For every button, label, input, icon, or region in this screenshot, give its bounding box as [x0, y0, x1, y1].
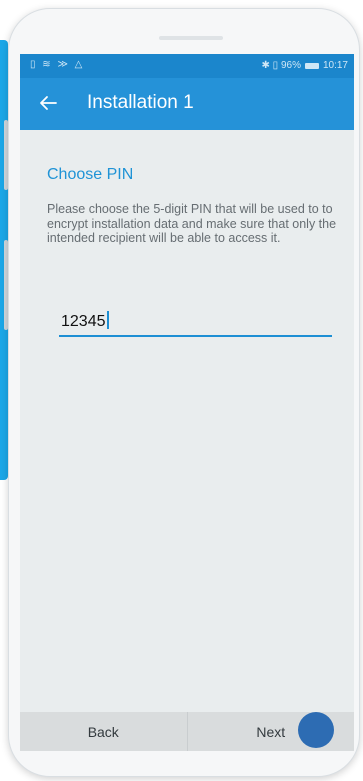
pin-input-value: 12345	[61, 311, 109, 331]
pin-setup-section: Choose PIN Please choose the 5-digit PIN…	[47, 166, 337, 246]
speaker-grille	[159, 36, 223, 40]
instructions-text: Please choose the 5-digit PIN that will …	[47, 202, 337, 245]
section-title: Choose PIN	[47, 166, 134, 183]
status-icons-left: ▯ ≋ ≫ △	[30, 59, 85, 70]
status-time: 10:17	[322, 60, 348, 71]
app-screen: ▯ ≋ ≫ △ ✱ ▯ 96% 10:17 Installation 1 Cho…	[20, 54, 354, 751]
pin-text: 12345	[61, 313, 106, 330]
text-caret	[106, 311, 109, 329]
arrow-left-icon[interactable]	[36, 91, 60, 115]
status-bar: ▯ ≋ ≫ △ ✱ ▯ 96% 10:17	[20, 54, 354, 78]
back-button[interactable]: Back	[20, 712, 187, 751]
app-toolbar: Installation 1	[20, 78, 354, 130]
status-icons-right: ✱ ▯ 96% 10:17	[262, 60, 348, 71]
page-title: Installation 1	[87, 92, 194, 113]
floating-action-button[interactable]	[298, 712, 334, 748]
phone-frame: ▯ ≋ ≫ △ ✱ ▯ 96% 10:17 Installation 1 Cho…	[8, 8, 360, 777]
status-indicators: ✱ ▯ 96%	[261, 60, 301, 71]
pin-input[interactable]: 12345	[59, 309, 332, 337]
battery-icon	[304, 62, 319, 69]
